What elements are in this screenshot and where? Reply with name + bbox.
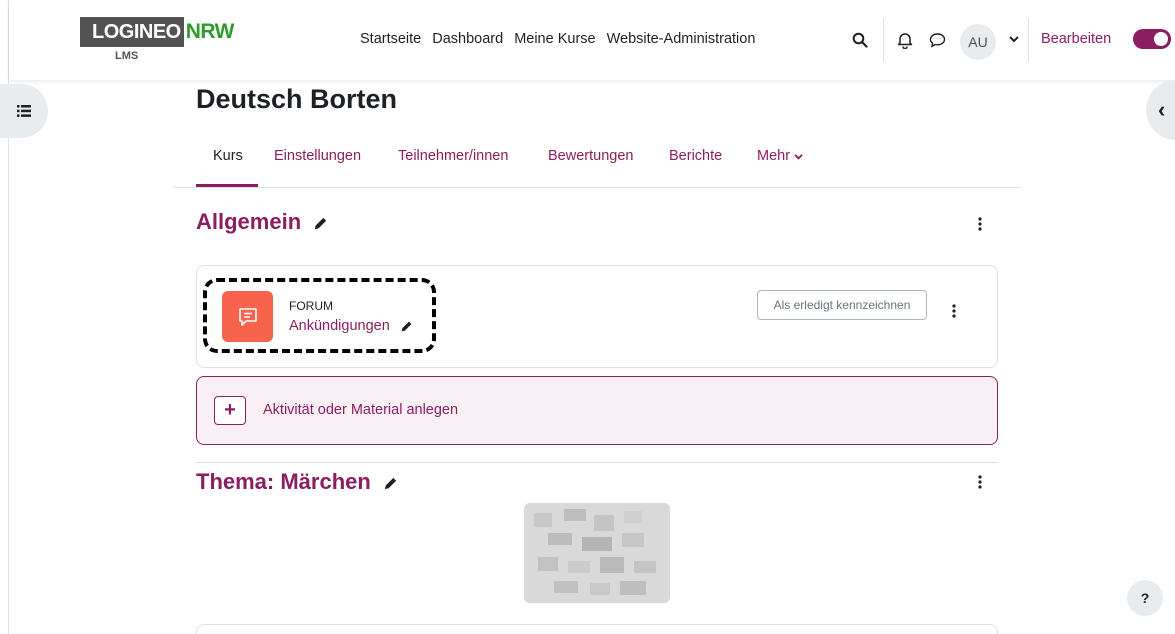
navbar-divider — [883, 18, 884, 62]
plus-icon[interactable]: + — [214, 396, 246, 425]
add-activity-label[interactable]: Aktivität oder Material anlegen — [263, 402, 458, 418]
nav-item-startseite[interactable]: Startseite — [360, 31, 421, 47]
chevron-down-icon — [794, 154, 803, 160]
section-title-text: Allgemein — [196, 209, 302, 234]
edit-mode-label: Bearbeiten — [1041, 31, 1112, 47]
section-title-allgemein[interactable]: Allgemein — [196, 209, 328, 235]
section-menu-icon[interactable] — [974, 472, 986, 492]
search-icon[interactable] — [851, 30, 869, 50]
section-title-text: Thema: Märchen — [196, 469, 371, 494]
navbar-divider-edit — [1028, 18, 1029, 62]
primary-navigation: Startseite Dashboard Meine Kurse Website… — [360, 31, 755, 47]
tab-einstellungen[interactable]: Einstellungen — [274, 148, 361, 164]
section-divider — [196, 462, 998, 463]
pencil-icon[interactable] — [383, 476, 398, 491]
help-button[interactable]: ? — [1127, 580, 1163, 616]
tab-mehr-label: Mehr — [757, 148, 791, 164]
pencil-icon[interactable] — [400, 320, 413, 333]
chevron-left-icon: ‹ — [1158, 97, 1166, 122]
section-card — [196, 624, 998, 634]
logo[interactable]: LOGINEO NRW — [80, 14, 235, 50]
section-image-pixelated — [524, 503, 670, 603]
nav-item-dashboard[interactable]: Dashboard — [432, 31, 503, 47]
message-icon[interactable] — [927, 30, 947, 50]
course-tabs: Kurs Einstellungen Teilnehmer/innen Bewe… — [173, 140, 1021, 188]
pencil-icon[interactable] — [313, 216, 328, 231]
activity-type-label: FORUM — [289, 299, 333, 313]
section-menu-icon[interactable] — [974, 214, 986, 234]
help-label: ? — [1140, 590, 1150, 606]
logo-text-accent: NRW — [185, 20, 235, 43]
course-index-drawer-button[interactable] — [0, 84, 48, 138]
page-title: Deutsch Borten — [196, 84, 398, 114]
block-drawer-button[interactable]: ‹ — [1146, 80, 1175, 140]
tab-teilnehmer[interactable]: Teilnehmer/innen — [398, 148, 508, 164]
mark-as-done-button[interactable]: Als erledigt kennzeichnen — [757, 290, 927, 320]
tab-berichte[interactable]: Berichte — [669, 148, 722, 164]
active-tab-indicator — [196, 184, 258, 187]
user-initials: AU — [968, 34, 988, 50]
bell-icon[interactable] — [895, 30, 915, 50]
activity-menu-icon[interactable] — [948, 301, 960, 321]
edit-mode-toggle[interactable] — [1133, 29, 1171, 49]
tab-bewertungen[interactable]: Bewertungen — [548, 148, 633, 164]
tab-mehr[interactable]: Mehr — [757, 148, 803, 164]
activity-name: Ankündigungen — [289, 318, 390, 334]
tab-kurs[interactable]: Kurs — [213, 148, 243, 164]
nav-item-meine-kurse[interactable]: Meine Kurse — [514, 31, 595, 47]
section-title-maerchen[interactable]: Thema: Märchen — [196, 469, 398, 495]
nav-item-website-administration[interactable]: Website-Administration — [607, 31, 756, 47]
list-icon — [17, 105, 31, 117]
user-avatar[interactable]: AU — [960, 24, 996, 60]
forum-icon — [222, 291, 273, 342]
logo-text-main: LOGINEO — [80, 17, 184, 47]
logo-subtitle: LMS — [115, 50, 139, 62]
chevron-down-icon[interactable] — [1008, 33, 1020, 45]
activity-link[interactable]: Ankündigungen — [289, 318, 413, 334]
